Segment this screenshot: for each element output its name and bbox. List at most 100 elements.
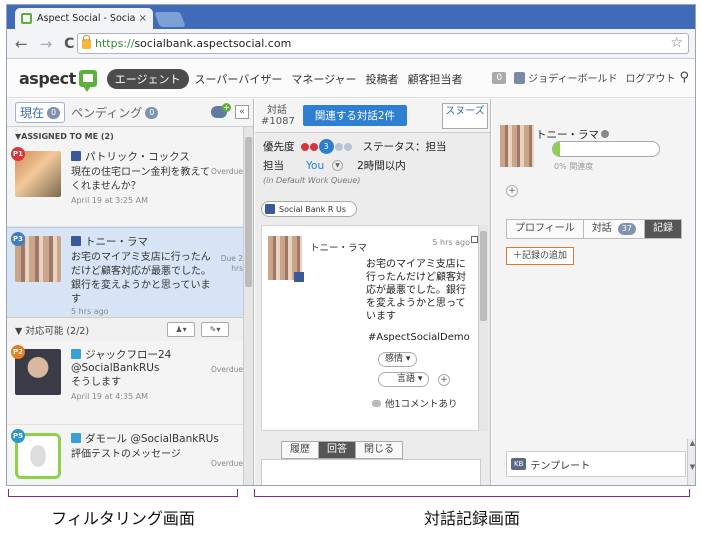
search-icon[interactable]: ⚲ [679, 70, 689, 85]
middle-scrollbar[interactable] [478, 225, 488, 431]
tab-records[interactable]: 記録 [644, 219, 682, 239]
logo-bubble-icon [78, 70, 97, 92]
bookmark-star-icon[interactable]: ☆ [670, 35, 683, 51]
tab-history[interactable]: 履歴 [281, 441, 319, 459]
sla-value: 2時間以内 [357, 160, 406, 172]
post-message: お宅のマイアミ支店に行ったんだけど顧客対応が最悪でした。銀行を変えようかと思って… [366, 259, 466, 322]
priority-badge: P1 [11, 147, 25, 161]
conversation-item-selected[interactable]: P3 トニー・ラマ お宅のマイアミ支店に行ったんだけど顧客対応が最悪でした。銀行… [7, 227, 253, 317]
forward-arrow-icon[interactable]: → [40, 35, 53, 53]
assigned-section-header[interactable]: ▼ASSIGNED TO ME (2) [7, 127, 253, 143]
nav-poster[interactable]: 投稿者 [366, 71, 399, 87]
conversation-header: 対話 #1087 関連する対話2件 スヌーズ [255, 99, 490, 133]
customer-name: トニー・ラマ [536, 129, 599, 141]
available-section-label[interactable]: ▼ 対応可能 (2/2) [15, 323, 89, 337]
tag-filter-button[interactable]: ✎▾ [201, 322, 229, 337]
url-host: socialbank.aspectsocial.com [134, 37, 292, 50]
nav-customer-rep[interactable]: 顧客担当者 [408, 71, 463, 87]
notification-count[interactable]: 0 [492, 71, 507, 84]
owner-row: 担当 You ▼ 2時間以内 [255, 154, 490, 173]
snooze-button[interactable]: スヌーズ [442, 103, 488, 129]
facebook-icon [265, 204, 275, 214]
comment-icon [372, 400, 381, 407]
owner-dropdown-icon[interactable]: ▼ [332, 160, 344, 171]
related-conversations-button[interactable]: 関連する対話2件 [302, 105, 408, 126]
conversation-item[interactable]: P1 パトリック・コックス 現在の住宅ローン金利を教えてくれませんか？ Apri… [7, 143, 253, 227]
nav-manager[interactable]: マネージャー [291, 71, 356, 87]
conversation-number: #1087 [261, 115, 295, 127]
logout-link[interactable]: ログアウト [625, 70, 675, 85]
conversation-item[interactable]: P5 ダモール @SocialBankRUs 評価テストのメッセージ Overd… [7, 425, 253, 485]
right-scrollbar[interactable]: ▲ ▼ [687, 439, 695, 485]
left-scroll-thumb[interactable] [245, 137, 252, 287]
template-bar[interactable]: KB テンプレート [506, 451, 686, 477]
more-comments-text: 他1コメントあり [385, 399, 458, 410]
item-date: April 19 at 3:25 AM [71, 196, 149, 205]
tab-reply[interactable]: 回答 [318, 441, 356, 459]
channel-button[interactable]: Social Bank R Us [261, 201, 357, 217]
owner-label: 担当 [263, 160, 284, 172]
address-bar[interactable]: https:// socialbank.aspectsocial.com ☆ [77, 33, 689, 54]
assign-user-button[interactable]: ♟▾ [167, 322, 195, 337]
priority-dot[interactable] [300, 142, 309, 151]
close-tab-icon[interactable]: × [139, 13, 147, 24]
reload-icon[interactable]: C [64, 36, 74, 52]
user-icon [514, 71, 526, 84]
priority-dot[interactable] [343, 142, 352, 151]
tab-strip: Aspect Social - Social Ban × [7, 5, 695, 29]
emotion-label: 感情 [385, 354, 404, 364]
item-status: Overdue [210, 459, 243, 468]
priority-dot-selected[interactable]: 3 [318, 139, 334, 154]
tab-pending-label: ペンディング [71, 106, 143, 120]
add-icon[interactable]: + [506, 185, 518, 197]
browser-tab[interactable]: Aspect Social - Social Ban × [15, 8, 153, 29]
post-time: 5 hrs ago [432, 238, 470, 247]
post-hashtag[interactable]: #AspectSocialDemo [368, 332, 470, 343]
status-label[interactable]: ステータス：担当 [363, 139, 447, 154]
relevance-label: 0% 関連度 [554, 162, 594, 171]
aspect-favicon-icon [21, 13, 32, 24]
item-date: 5 hrs ago [71, 307, 109, 316]
language-chip[interactable]: 言語 ▾ [378, 372, 430, 387]
header-user-area: 0 ジョディーボールド ログアウト ⚲ [492, 70, 689, 85]
browser-tab-title: Aspect Social - Social Ban [37, 13, 135, 24]
priority-selector[interactable]: 3 [300, 139, 353, 154]
info-icon[interactable] [601, 130, 609, 138]
tab-pending[interactable]: ペンディング 0 [71, 104, 159, 121]
add-tag-icon[interactable]: + [438, 374, 450, 386]
conversation-item[interactable]: P2 ジャックフロー24 @SocialBankRUs そうします April … [7, 341, 253, 425]
item-status: Overdue [210, 365, 243, 374]
collapse-panel-button[interactable]: « [235, 105, 249, 119]
item-message: 現在の住宅ローン金利を教えてくれませんか？ [71, 167, 210, 192]
logo-text: aspect [19, 69, 76, 88]
tab-current[interactable]: 現在 0 [15, 102, 66, 123]
post-author[interactable]: トニー・ラマ [310, 240, 367, 254]
tab-conversations[interactable]: 対話 37 [582, 219, 645, 239]
filtering-panel: 現在 0 ペンディング 0 + « ▼ASSIGNED TO ME (2) P1… [7, 99, 254, 485]
external-link-icon[interactable] [471, 236, 478, 243]
user-name[interactable]: ジョディーボールド [528, 70, 617, 85]
middle-scroll-thumb[interactable] [480, 231, 487, 321]
item-message: 評価テストのメッセージ [71, 449, 181, 460]
browser-toolbar: ← → C https:// socialbank.aspectsocial.c… [7, 29, 695, 59]
nav-agent[interactable]: エージェント [106, 68, 189, 89]
add-record-button[interactable]: ＋記録の追加 [506, 247, 575, 265]
emotion-chip[interactable]: 感情 ▾ [378, 352, 418, 367]
reply-area[interactable] [261, 459, 481, 485]
more-comments-link[interactable]: 他1コメントあり [372, 396, 458, 410]
conversation-label: 対話 [267, 104, 287, 116]
priority-dot[interactable] [309, 142, 318, 151]
tab-profile[interactable]: プロフィール [506, 219, 584, 239]
avatar [268, 236, 304, 282]
action-tabs: 履歴 回答 閉じる [281, 441, 403, 459]
new-tab-button[interactable] [154, 12, 186, 27]
nav-supervisor[interactable]: スーパーバイザー [195, 71, 283, 87]
priority-dot[interactable] [334, 142, 343, 151]
tab-close[interactable]: 閉じる [355, 441, 403, 459]
priority-badge: P5 [11, 429, 25, 443]
left-scrollbar[interactable] [243, 127, 253, 485]
work-queue-label: (in Default Work Queue) [263, 176, 361, 185]
back-arrow-icon[interactable]: ← [15, 35, 28, 53]
facebook-icon [294, 272, 304, 282]
record-panel: トニー・ラマ 0% 関連度 + プロフィール 対話 37 記録 ＋記録の追加 K… [492, 99, 695, 485]
